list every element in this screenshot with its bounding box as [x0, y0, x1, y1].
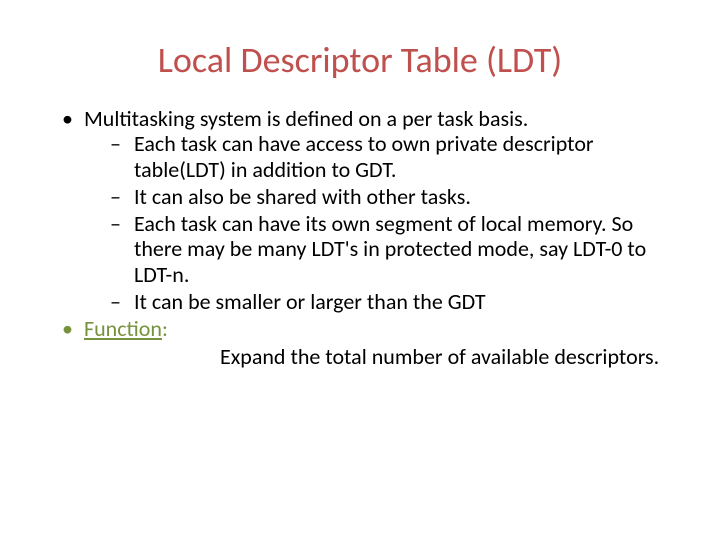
bullet-function: Function:: [60, 316, 660, 341]
function-label: Function: [84, 315, 162, 342]
sub-bullet-2: It can also be shared with other tasks.: [84, 184, 660, 209]
bullet-list: Multitasking system is defined on a per …: [60, 106, 660, 342]
function-colon: :: [162, 315, 168, 342]
bullet-1-text: Multitasking system is defined on a per …: [84, 105, 528, 132]
function-body: Expand the total number of available des…: [220, 343, 659, 370]
sub-bullet-4: It can be smaller or larger than the GDT: [84, 289, 660, 314]
sub-bullet-1: Each task can have access to own private…: [84, 131, 660, 182]
slide-title: Local Descriptor Table (LDT): [60, 38, 660, 82]
function-text: Expand the total number of available des…: [60, 344, 660, 369]
sub-bullet-3: Each task can have its own segment of lo…: [84, 211, 660, 287]
slide: Local Descriptor Table (LDT) Multitaskin…: [0, 0, 720, 540]
sub-bullet-list-1: Each task can have access to own private…: [84, 131, 660, 314]
bullet-1: Multitasking system is defined on a per …: [60, 106, 660, 314]
